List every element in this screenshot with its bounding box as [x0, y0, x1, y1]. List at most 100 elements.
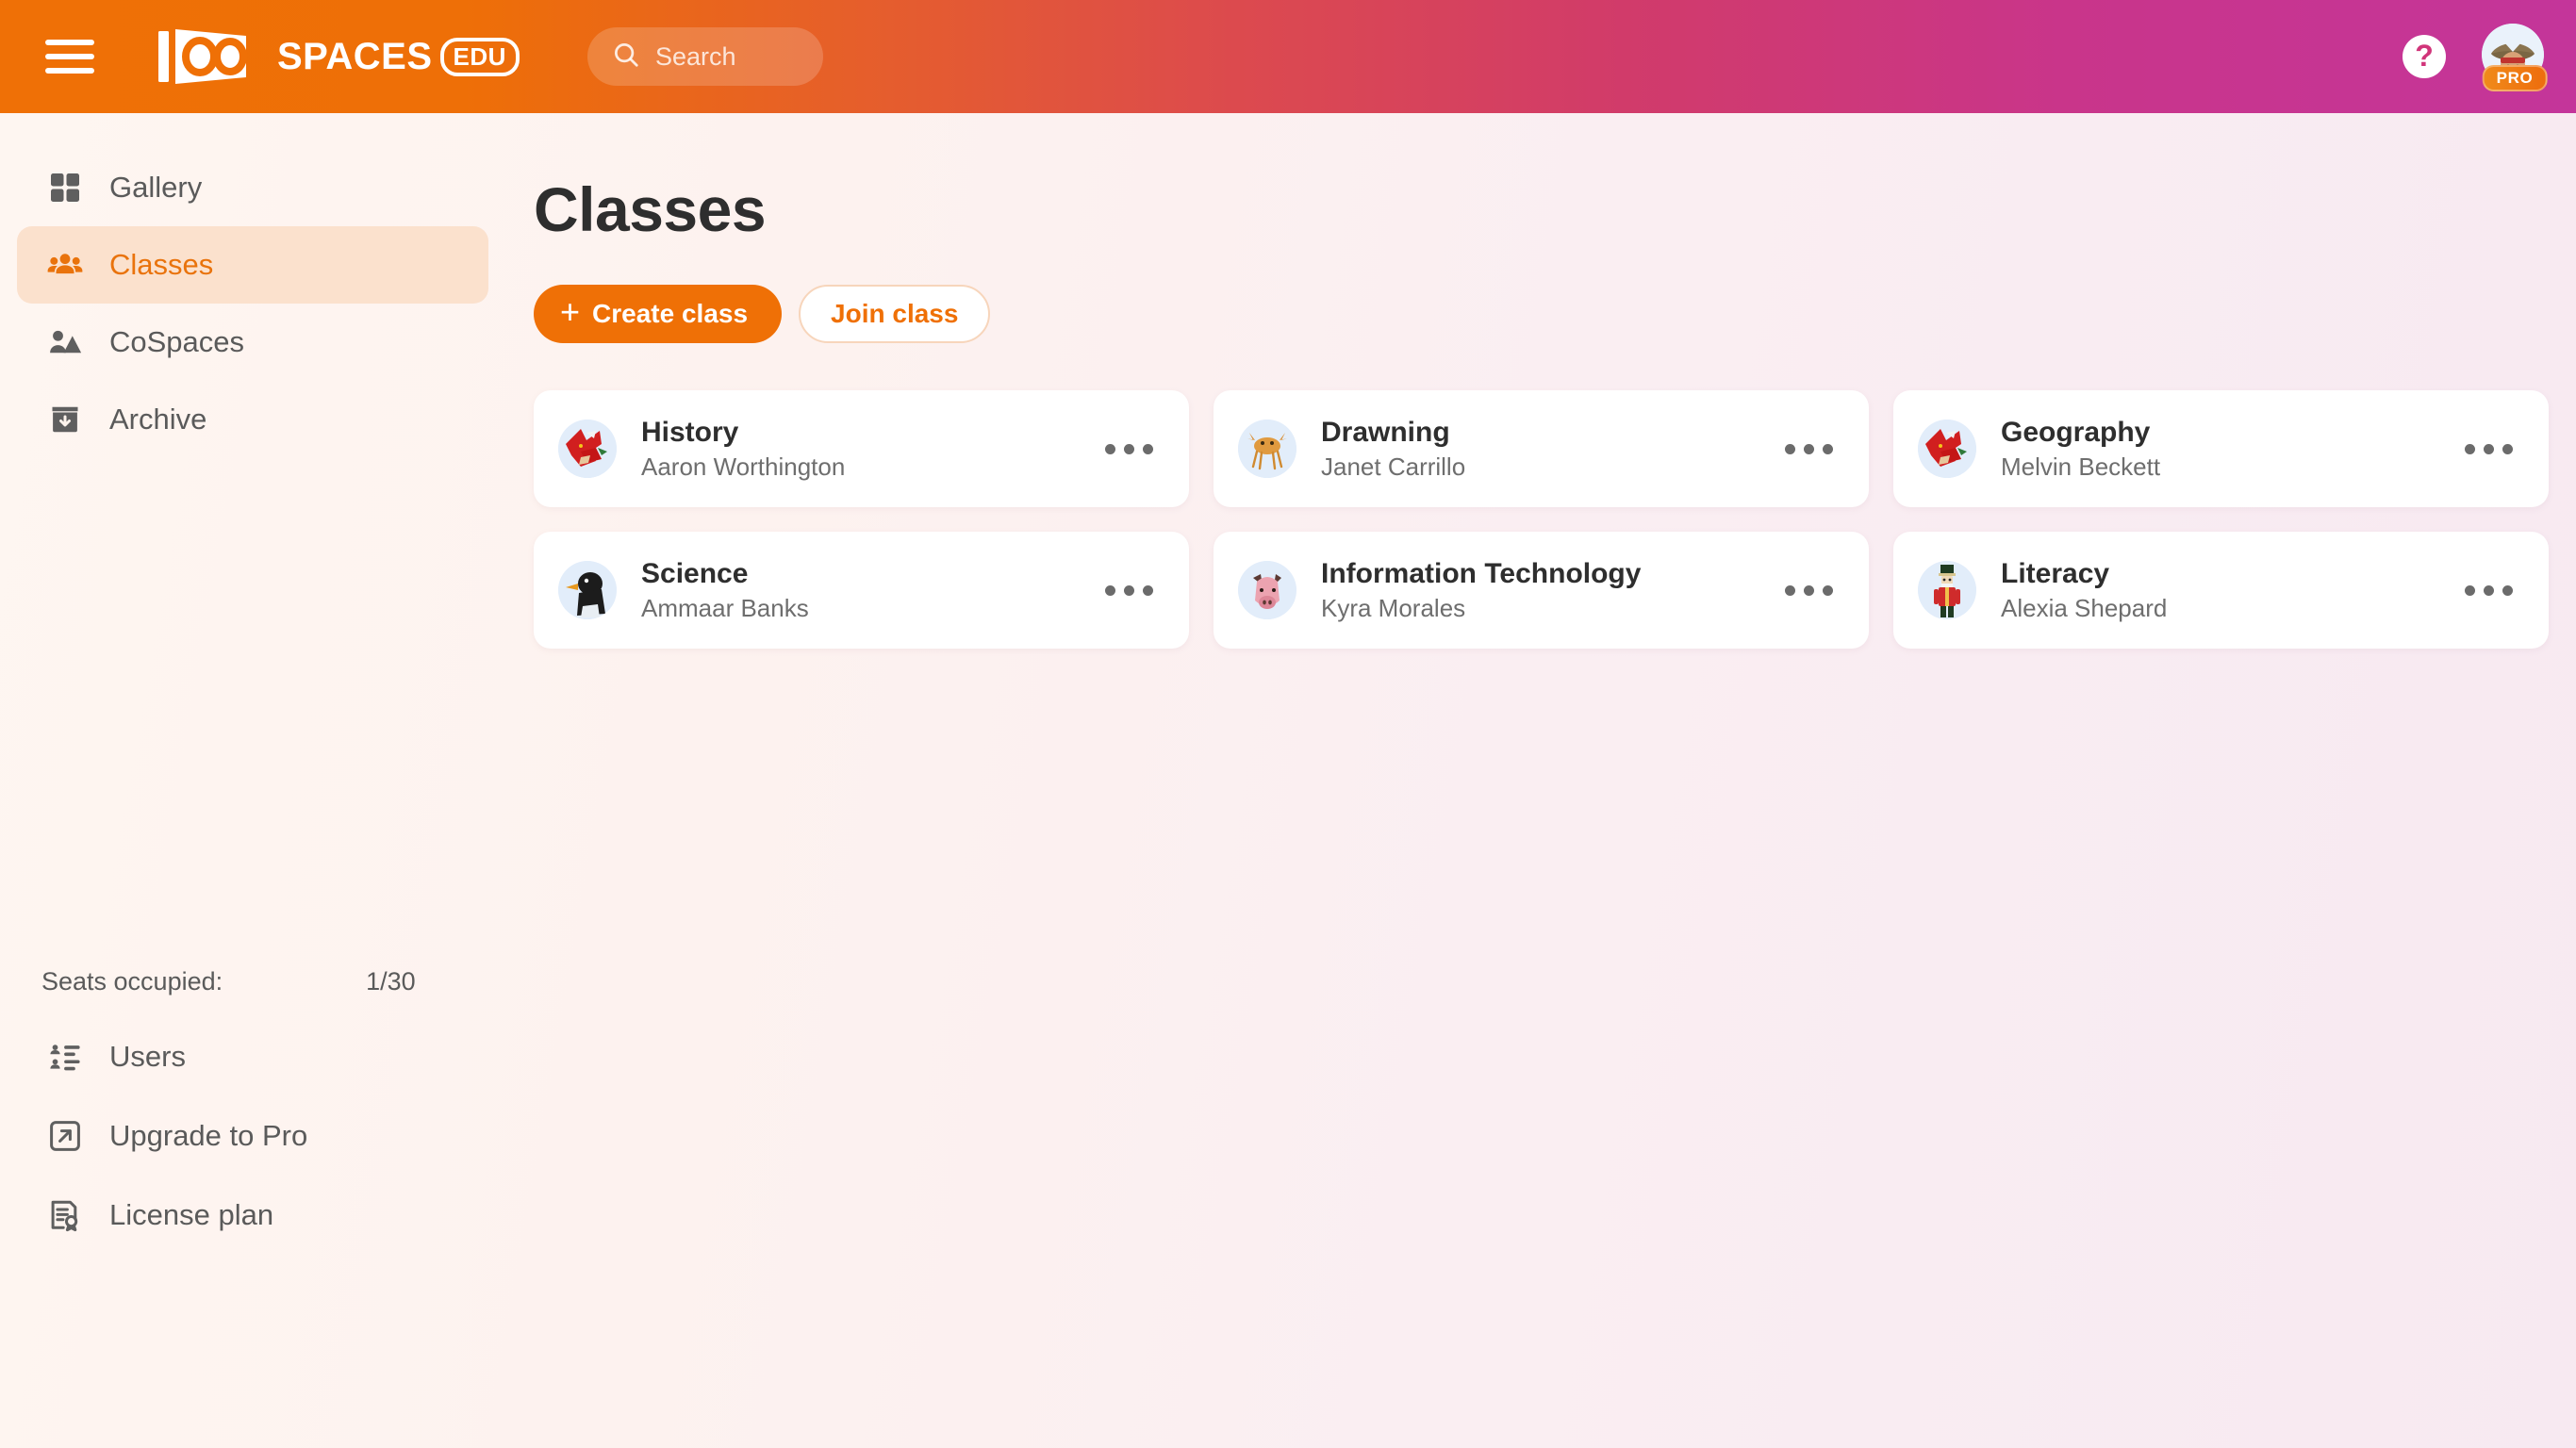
classes-grid: History Aaron Worthington Drawning Janet…: [534, 390, 2549, 649]
sidebar-item-cospaces[interactable]: CoSpaces: [17, 304, 488, 381]
logo-edu-badge: EDU: [439, 37, 520, 76]
class-card-text: Literacy Alexia Shepard: [2001, 559, 2167, 621]
sidebar-item-label: Users: [109, 1040, 186, 1073]
three-dots-icon[interactable]: [2457, 429, 2520, 469]
class-name: History: [641, 417, 739, 449]
class-card[interactable]: Drawning Janet Carrillo: [1214, 390, 1869, 507]
class-card-text: Drawning Janet Carrillo: [1321, 418, 1465, 480]
top-bar: SPACES EDU Search ? PRO: [0, 0, 2576, 113]
person-landscape-icon: [47, 324, 83, 360]
pro-badge: PRO: [2482, 65, 2548, 91]
seats-occupied-label: Seats occupied:: [41, 967, 223, 996]
plus-icon: +: [560, 292, 581, 331]
class-card-text: Science Ammaar Banks: [641, 559, 809, 621]
class-teacher: Janet Carrillo: [1321, 452, 1466, 481]
dot: [1105, 443, 1115, 454]
hamburger-bar: [45, 40, 94, 45]
sidebar-item-archive[interactable]: Archive: [17, 381, 488, 458]
class-name: Science: [641, 558, 749, 590]
three-dots-icon[interactable]: [1777, 570, 1841, 611]
sidebar-item-label: License plan: [109, 1198, 274, 1231]
cospaces-edu-logo[interactable]: SPACES EDU: [158, 29, 520, 84]
search-input[interactable]: Search: [586, 27, 823, 86]
class-card-text: History Aaron Worthington: [641, 418, 845, 480]
sidebar-item-label: Classes: [109, 248, 214, 281]
hamburger-menu-icon[interactable]: [45, 38, 94, 75]
people-group-icon: [47, 247, 83, 283]
archive-box-icon: [47, 402, 83, 437]
red-dragon-avatar: [1918, 420, 1976, 478]
pig-avatar: [1238, 561, 1296, 619]
sidebar-item-label: Gallery: [109, 171, 203, 204]
three-dots-icon[interactable]: [1098, 429, 1161, 469]
dot: [2484, 584, 2494, 596]
seats-occupied-value: 1/30: [366, 967, 416, 996]
class-name: Drawning: [1321, 417, 1450, 449]
search-icon: [612, 41, 640, 74]
topbar-right-group: ? PRO: [2403, 24, 2548, 91]
create-class-label: Create class: [592, 299, 749, 328]
dot: [2484, 443, 2494, 454]
sidebar: Gallery Classes CoSpaces Archive Seats o…: [0, 113, 505, 1448]
sidebar-item-label: CoSpaces: [109, 325, 245, 358]
dot: [1124, 584, 1134, 596]
logo-co-mark-icon: [158, 29, 273, 84]
dot: [2465, 584, 2475, 596]
dot: [1823, 443, 1833, 454]
class-card[interactable]: Geography Melvin Beckett: [1893, 390, 2549, 507]
grid-icon: [47, 170, 83, 206]
logo-wordmark: SPACES: [277, 35, 433, 77]
class-teacher: Aaron Worthington: [641, 452, 846, 481]
hamburger-bar: [45, 68, 94, 74]
search-placeholder: Search: [654, 41, 736, 71]
main-content: Classes + Create class Join class Histor…: [505, 113, 2576, 1448]
sidebar-item-label: Upgrade to Pro: [109, 1119, 308, 1152]
dot: [2502, 443, 2513, 454]
three-dots-icon[interactable]: [1098, 570, 1161, 611]
class-card[interactable]: Literacy Alexia Shepard: [1893, 532, 2549, 649]
dot: [1105, 584, 1115, 596]
join-class-button[interactable]: Join class: [799, 285, 991, 343]
penguin-avatar: [558, 561, 617, 619]
create-class-button[interactable]: + Create class: [534, 285, 783, 343]
sidebar-item-gallery[interactable]: Gallery: [17, 149, 488, 226]
class-card[interactable]: Information Technology Kyra Morales: [1214, 532, 1869, 649]
class-name: Literacy: [2001, 558, 2110, 590]
users-list-icon: [47, 1039, 83, 1075]
class-card[interactable]: Science Ammaar Banks: [534, 532, 1189, 649]
page-title: Classes: [534, 174, 767, 244]
account-avatar-button[interactable]: PRO: [2482, 24, 2548, 91]
help-icon[interactable]: ?: [2403, 35, 2446, 78]
dot: [2502, 584, 2513, 596]
dot: [1143, 443, 1153, 454]
class-name: Geography: [2001, 417, 2151, 449]
dot: [1804, 584, 1814, 596]
license-document-icon: [47, 1197, 83, 1233]
hamburger-bar: [45, 54, 94, 59]
sidebar-item-users[interactable]: Users: [17, 1017, 488, 1096]
class-teacher: Kyra Morales: [1321, 593, 1466, 622]
class-teacher: Ammaar Banks: [641, 593, 809, 622]
three-dots-icon[interactable]: [1777, 429, 1841, 469]
seats-occupied: Seats occupied: 1/30: [0, 967, 505, 996]
three-dots-icon[interactable]: [2457, 570, 2520, 611]
sidebar-item-license-plan[interactable]: License plan: [17, 1176, 488, 1255]
dot: [1785, 443, 1795, 454]
dot: [1124, 443, 1134, 454]
class-card[interactable]: History Aaron Worthington: [534, 390, 1189, 507]
dot: [1804, 443, 1814, 454]
dot: [2465, 443, 2475, 454]
class-teacher: Melvin Beckett: [2001, 452, 2161, 481]
class-teacher: Alexia Shepard: [2001, 593, 2168, 622]
sidebar-item-classes[interactable]: Classes: [17, 226, 488, 304]
class-name: Information Technology: [1321, 558, 1642, 590]
dot: [1143, 584, 1153, 596]
sidebar-item-upgrade-to-pro[interactable]: Upgrade to Pro: [17, 1096, 488, 1176]
sidebar-bottom-nav: Users Upgrade to Pro License plan: [0, 1017, 505, 1255]
dot: [1823, 584, 1833, 596]
crab-avatar: [1238, 420, 1296, 478]
nutcracker-avatar: [1918, 561, 1976, 619]
dot: [1785, 584, 1795, 596]
join-class-label: Join class: [831, 299, 959, 328]
sidebar-item-label: Archive: [109, 403, 207, 436]
